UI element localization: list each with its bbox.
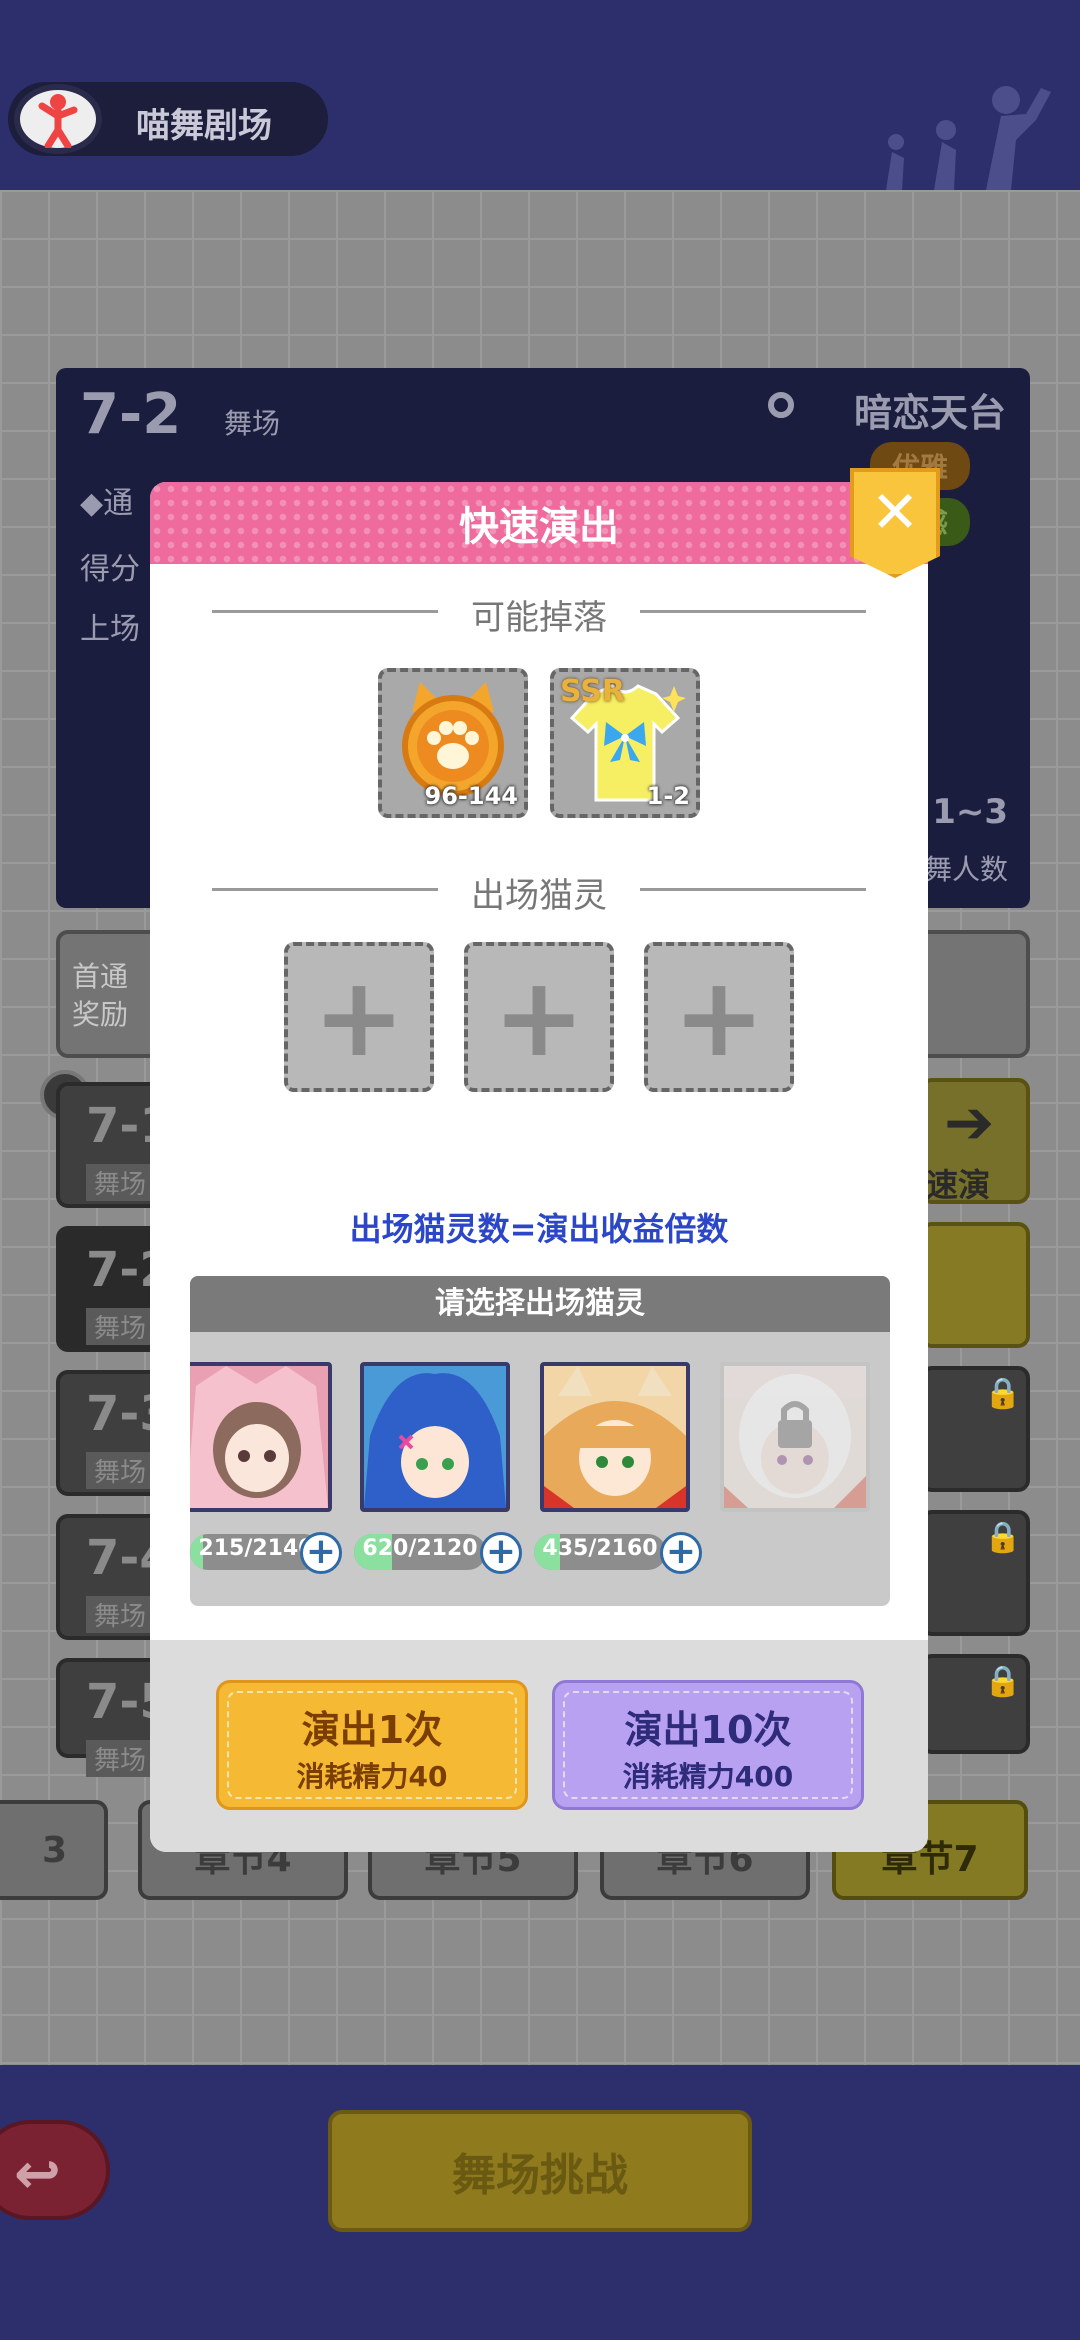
multiplier-note: 出场猫灵数=演出收益倍数: [349, 1210, 729, 1248]
dancer-range: 1~3: [932, 792, 1008, 832]
perform-once-cost: 消耗精力40: [296, 1760, 448, 1793]
theater-title-pill: 喵舞剧场: [8, 82, 328, 156]
add-energy-button[interactable]: +: [300, 1532, 342, 1574]
plus-icon: +: [485, 1531, 517, 1572]
dancer-avatar-icon: [14, 84, 102, 154]
perform-ten-label: 演出10次: [624, 1708, 792, 1752]
divider: [640, 610, 866, 613]
level-type: 舞场: [86, 1740, 155, 1777]
cats-section-title: 出场猫灵: [212, 868, 866, 916]
level-type: 舞场: [86, 1452, 155, 1489]
challenge-label: 舞场挑战: [452, 2150, 628, 2201]
stage-code: 7-2: [80, 382, 182, 447]
lock-icon: 🔒: [984, 1664, 1022, 1699]
cat-energy-3: 435/2160: [534, 1534, 666, 1570]
cat-slot-3[interactable]: +: [644, 942, 794, 1092]
quick-perform-dialog: 快速演出 ✕ 可能掉落 96-144 SSR 1-2 出场猫灵 + + + 出场…: [150, 468, 940, 1852]
cat-card-1[interactable]: [190, 1362, 332, 1512]
close-icon: ✕: [870, 478, 920, 546]
drops-section-title: 可能掉落: [212, 590, 866, 638]
cat-card-4-locked: [720, 1362, 870, 1512]
back-arrow-icon: ↩: [14, 2142, 61, 2207]
cat-portrait-1-icon: [190, 1366, 328, 1508]
energy-text: 435/2160: [542, 1536, 658, 1561]
chapter-tab[interactable]: 3: [0, 1800, 108, 1900]
locked-slot: 🔒: [920, 1366, 1030, 1492]
plus-icon: +: [305, 1531, 337, 1572]
back-button[interactable]: ↩: [0, 2120, 110, 2220]
plus-icon: +: [672, 953, 766, 1081]
stage-challenge-button[interactable]: 舞场挑战: [328, 2110, 752, 2232]
arrow-right-icon: ➔: [944, 1088, 995, 1158]
level-type: 舞场: [86, 1164, 155, 1201]
perform-ten-cost: 消耗精力400: [622, 1760, 794, 1793]
cat-portrait-2-icon: [364, 1366, 506, 1508]
dancer-range-label: 舞人数: [923, 853, 1008, 886]
dancers-silhouette-icon: [886, 86, 1051, 190]
first-clear-label: 首通奖励: [72, 960, 129, 1031]
stage-type: 舞场: [224, 407, 281, 440]
stage-lineup-text: 上场: [80, 612, 140, 647]
plus-icon: +: [665, 1531, 697, 1572]
perform-once-button[interactable]: 演出1次 消耗精力40: [216, 1680, 528, 1810]
cat-portrait-4-icon: [724, 1366, 866, 1508]
close-button[interactable]: ✕: [850, 468, 940, 578]
cat-card-3[interactable]: [540, 1362, 690, 1512]
level-type: 舞场: [86, 1596, 155, 1633]
perform-ten-button[interactable]: 演出10次 消耗精力400: [552, 1680, 864, 1810]
stage-condition-text: ◆通: [80, 486, 134, 521]
quick-perform-side-button[interactable]: ➔ 速演: [920, 1078, 1030, 1204]
lock-icon: 🔒: [984, 1376, 1022, 1411]
add-energy-button[interactable]: +: [480, 1532, 522, 1574]
cat-portrait-3-icon: [544, 1366, 686, 1508]
cat-energy-2: 620/2120: [354, 1534, 486, 1570]
stage-score-text: 得分: [80, 552, 140, 587]
cat-card-2[interactable]: [360, 1362, 510, 1512]
energy-text: 620/2120: [362, 1536, 478, 1561]
drop-count: 1-2: [646, 782, 690, 810]
drop-item-paw-coin[interactable]: 96-144: [378, 668, 528, 818]
locked-slot: 🔒: [920, 1654, 1030, 1754]
game-screen: { "header": {"title": "喵舞剧场"}, "stage_ca…: [0, 0, 1080, 2340]
locked-slot: 🔒: [920, 1510, 1030, 1636]
cat-select-title: 请选择出场猫灵: [190, 1276, 890, 1332]
cat-slot-1[interactable]: +: [284, 942, 434, 1092]
dialog-header: 快速演出: [150, 482, 928, 564]
location-pin-icon: [768, 392, 794, 418]
lock-icon: 🔒: [984, 1520, 1022, 1555]
add-energy-button[interactable]: +: [660, 1532, 702, 1574]
plus-icon: +: [492, 953, 586, 1081]
dialog-title: 快速演出: [459, 504, 619, 550]
page-title: 喵舞剧场: [136, 106, 272, 146]
divider: [640, 888, 866, 891]
stage-location: 暗恋天台: [853, 391, 1006, 435]
plus-icon: +: [312, 953, 406, 1081]
ssr-badge: SSR: [560, 674, 625, 709]
quick-perform-label: 速演: [926, 1166, 991, 1204]
drop-count: 96-144: [424, 782, 518, 810]
level-action-button[interactable]: [920, 1222, 1030, 1348]
perform-once-label: 演出1次: [301, 1708, 443, 1752]
cat-select-panel: 请选择出场猫灵 215/2140 + 620/2120 + 435/2160 +: [190, 1276, 890, 1606]
cat-slot-2[interactable]: +: [464, 942, 614, 1092]
drop-item-ssr-shirt[interactable]: SSR 1-2: [550, 668, 700, 818]
level-type: 舞场: [86, 1308, 155, 1345]
